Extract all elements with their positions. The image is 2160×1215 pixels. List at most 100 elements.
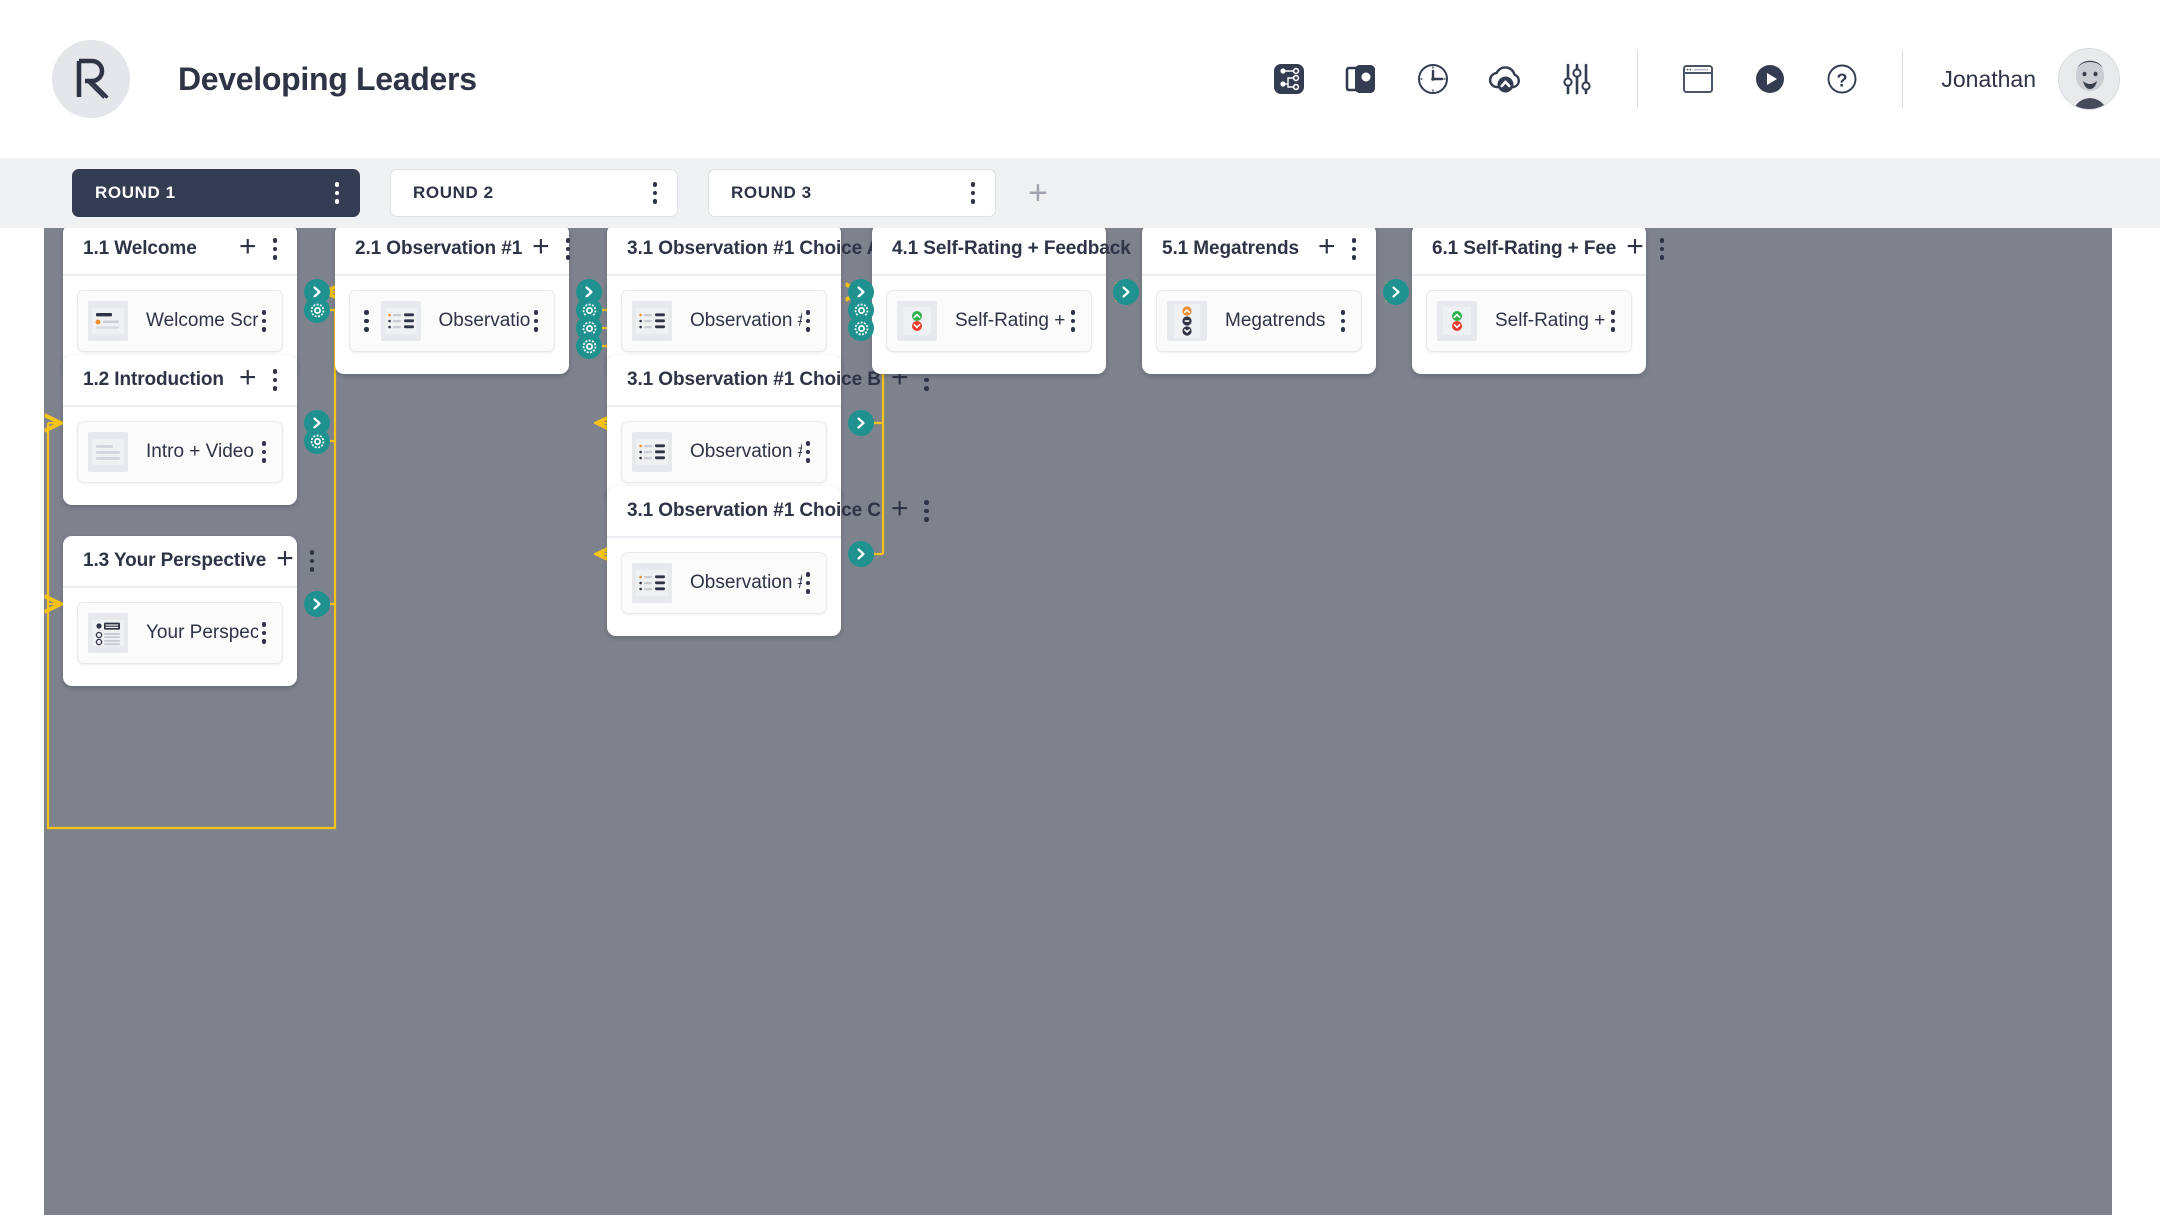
group-body: Observation #1 <box>607 538 841 636</box>
library-pages-icon[interactable] <box>1334 52 1388 106</box>
port-rule-1-1[interactable] <box>304 297 330 323</box>
group-card-4-1[interactable]: 4.1 Self-Rating + Feedback + Self-Rating… <box>872 228 1179 374</box>
header-divider-2 <box>1902 50 1904 108</box>
rating-lights-thumb <box>1437 301 1477 341</box>
item-menu-icon[interactable] <box>258 306 271 336</box>
group-title: 1.1 Welcome <box>83 238 197 259</box>
port-next-1-3[interactable] <box>304 591 330 617</box>
sliders-icon[interactable] <box>1550 52 1604 106</box>
port-next-4-1[interactable] <box>1113 279 1139 305</box>
svg-text:?: ? <box>1837 71 1848 91</box>
add-item-button[interactable]: + <box>1318 232 1336 266</box>
group-title: 1.2 Introduction <box>83 369 224 390</box>
port-next-5-1[interactable] <box>1383 279 1409 305</box>
list-item[interactable]: Observation #1 <box>621 552 827 614</box>
item-menu-icon[interactable] <box>258 437 271 467</box>
item-menu-icon[interactable] <box>802 437 815 467</box>
port-rule-b-3-1-a[interactable] <box>848 315 874 341</box>
play-icon[interactable] <box>1743 52 1797 106</box>
list-item[interactable]: Self-Rating + Feedback <box>886 290 1092 352</box>
group-card-3-1-a[interactable]: 3.1 Observation #1 Choice A + <box>607 228 929 374</box>
drag-handle-icon[interactable] <box>360 306 373 336</box>
add-item-button[interactable]: + <box>1626 232 1644 266</box>
tab-round-2[interactable]: ROUND 2 <box>390 169 678 217</box>
group-card-3-1-c[interactable]: 3.1 Observation #1 Choice C + Observatio… <box>607 486 929 636</box>
add-round-button[interactable]: + <box>1028 176 1048 210</box>
item-menu-icon[interactable] <box>1607 306 1620 336</box>
group-card-1-1[interactable]: 1.1 Welcome + Welcome Screen <box>63 228 330 374</box>
group-header: 5.1 Megatrends + <box>1142 228 1376 276</box>
group-card-5-1[interactable]: 5.1 Megatrends + Megatrends <box>1142 228 1409 374</box>
group-menu-icon[interactable] <box>920 496 933 526</box>
tab-round-1[interactable]: ROUND 1 <box>72 169 360 217</box>
group-title: 3.1 Observation #1 Choice B <box>627 369 881 390</box>
round-tabs: ROUND 1 ROUND 2 ROUND 3 + <box>0 158 2160 228</box>
flow-tree-icon[interactable] <box>1262 52 1316 106</box>
item-label: Megatrends <box>1225 310 1326 331</box>
list-item[interactable]: Observation #1 <box>621 421 827 483</box>
group-body: Self-Rating + <box>1412 276 1646 374</box>
group-header: 4.1 Self-Rating + Feedback + <box>872 228 1179 276</box>
group-menu-icon[interactable] <box>562 234 575 264</box>
list-item[interactable]: Observation #1 <box>621 290 827 352</box>
survey-list-thumb <box>88 613 128 653</box>
help-circle-icon[interactable]: ? <box>1815 52 1869 106</box>
list-item[interactable]: Welcome Screen <box>77 290 283 352</box>
group-title: 3.1 Observation #1 Choice C <box>627 500 881 521</box>
item-label: Intro + Video <box>146 441 254 462</box>
group-menu-icon[interactable] <box>1656 234 1669 264</box>
group-menu-icon[interactable] <box>306 546 319 576</box>
avatar[interactable] <box>2058 48 2120 110</box>
tab-label: ROUND 1 <box>95 183 176 202</box>
tab-menu-icon[interactable] <box>649 178 662 208</box>
port-next-3-1-c[interactable] <box>848 541 874 567</box>
group-card-1-2[interactable]: 1.2 Introduction + Intro + Video <box>63 355 330 505</box>
group-card-3-1-b[interactable]: 3.1 Observation #1 Choice B + Observatio… <box>607 355 929 505</box>
group-body: Intro + Video <box>63 407 297 505</box>
list-item[interactable]: Your Perspective <box>77 602 283 664</box>
group-menu-icon[interactable] <box>1348 234 1361 264</box>
group-title: 4.1 Self-Rating + Feedback <box>892 238 1131 259</box>
clock-icon[interactable] <box>1406 52 1460 106</box>
list-item[interactable]: Intro + Video <box>77 421 283 483</box>
rating-lights-thumb <box>897 301 937 341</box>
add-item-button[interactable]: + <box>276 544 294 578</box>
group-title: 1.3 Your Perspective <box>83 550 267 571</box>
item-menu-icon[interactable] <box>530 306 543 336</box>
group-card-6-1[interactable]: 6.1 Self-Rating + Fee + Self-Rating + <box>1412 228 1665 374</box>
group-header: 1.1 Welcome + <box>63 228 297 276</box>
add-item-button[interactable]: + <box>532 232 550 266</box>
add-item-button[interactable]: + <box>891 494 909 528</box>
brand: Developing Leaders <box>0 40 477 118</box>
group-header: 1.3 Your Perspective + <box>63 536 315 588</box>
group-card-2-1[interactable]: 2.1 Observation #1 + Observatio <box>335 228 602 374</box>
item-menu-icon[interactable] <box>1337 306 1350 336</box>
group-body: Observation #1 <box>335 276 569 374</box>
add-item-button[interactable]: + <box>239 363 257 397</box>
port-rule-c-2-1[interactable] <box>576 333 602 359</box>
checklist-thumb <box>632 432 672 472</box>
group-header: 1.2 Introduction + <box>63 355 297 407</box>
port-rule-1-2[interactable] <box>304 428 330 454</box>
group-title: 6.1 Self-Rating + Fee <box>1432 238 1617 259</box>
group-menu-icon[interactable] <box>269 365 282 395</box>
group-menu-icon[interactable] <box>269 234 282 264</box>
add-item-button[interactable]: + <box>239 232 257 266</box>
item-menu-icon[interactable] <box>802 306 815 336</box>
tab-round-3[interactable]: ROUND 3 <box>708 169 996 217</box>
group-card-1-3[interactable]: 1.3 Your Perspective + Your Perspec <box>63 536 330 686</box>
cloud-upload-icon[interactable] <box>1478 52 1532 106</box>
list-item[interactable]: Megatrends <box>1156 290 1362 352</box>
list-item[interactable]: Self-Rating + <box>1426 290 1632 352</box>
item-menu-icon[interactable] <box>802 568 815 598</box>
flow-canvas[interactable]: 1.1 Welcome + Welcome Screen <box>44 228 2112 1215</box>
tab-menu-icon[interactable] <box>331 178 344 208</box>
window-icon[interactable] <box>1671 52 1725 106</box>
port-next-3-1-b[interactable] <box>848 410 874 436</box>
item-menu-icon[interactable] <box>1067 306 1080 336</box>
username-label: Jonathan <box>1941 65 2036 92</box>
group-body: Self-Rating + Feedback <box>872 276 1106 374</box>
tab-menu-icon[interactable] <box>967 178 980 208</box>
list-item[interactable]: Observation #1 <box>349 290 555 352</box>
item-menu-icon[interactable] <box>258 618 271 648</box>
